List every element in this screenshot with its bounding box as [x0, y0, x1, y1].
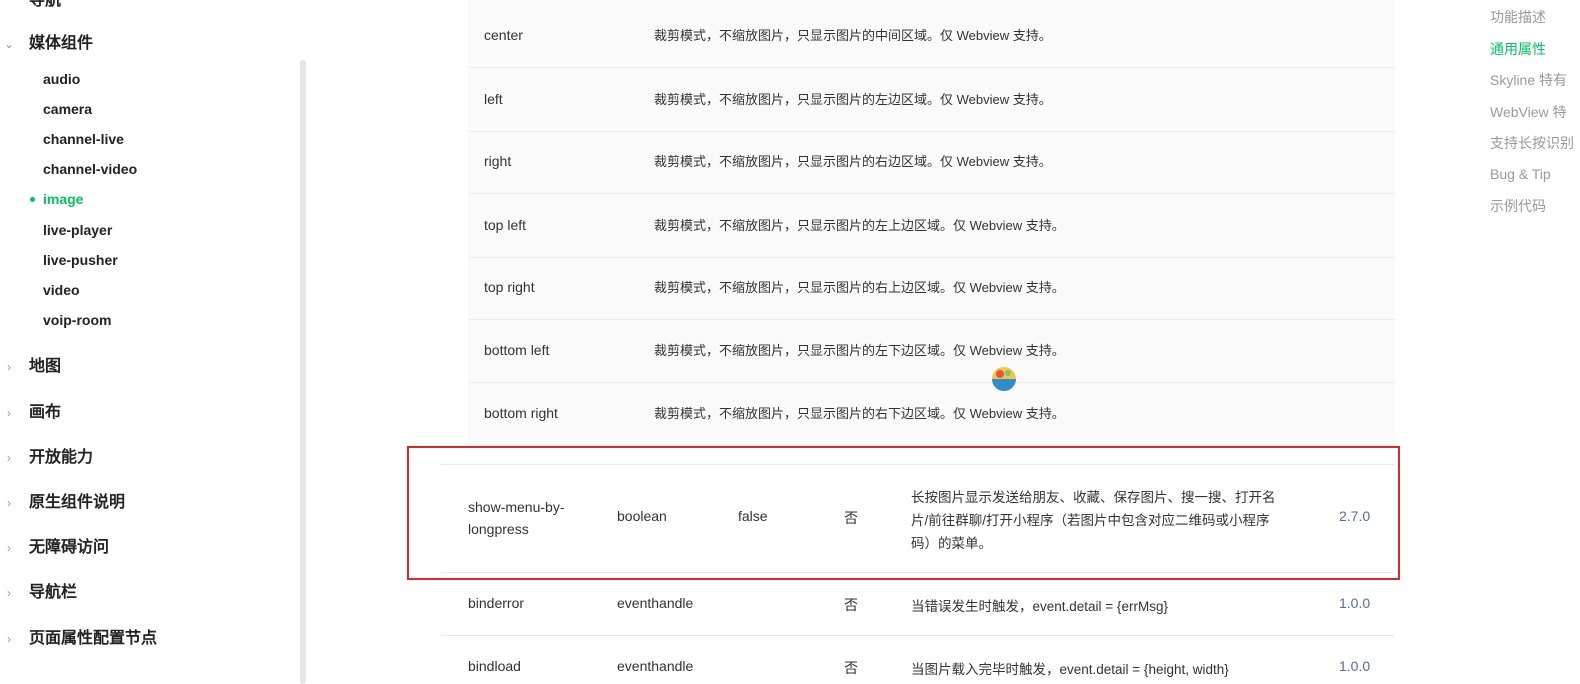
- sidebar-group-open-ability[interactable]: › 开放能力: [0, 443, 290, 473]
- sidebar-group-accessibility[interactable]: › 无障碍访问: [0, 533, 290, 563]
- chevron-right-icon: ›: [7, 586, 11, 600]
- sidebar-item-channel-live[interactable]: channel-live: [43, 127, 124, 151]
- toc-item-sample-code[interactable]: 示例代码: [1490, 196, 1546, 216]
- sidebar-group-label: 画布: [29, 404, 62, 421]
- mode-value: top left: [484, 217, 527, 233]
- sidebar-group-canvas[interactable]: › 画布: [0, 398, 290, 428]
- mode-value: top right: [484, 279, 535, 295]
- mode-description: 裁剪模式，不缩放图片，只显示图片的左边区域。仅 Webview 支持。: [654, 92, 1052, 107]
- toc-item-webview[interactable]: WebView 特: [1490, 102, 1567, 122]
- attr-required: 否: [844, 660, 858, 676]
- chevron-right-icon: ›: [7, 451, 11, 465]
- table-row: bottom right 裁剪模式，不缩放图片，只显示图片的右下边区域。仅 We…: [468, 382, 1395, 445]
- main-content: center 裁剪模式，不缩放图片，只显示图片的中间区域。仅 Webview 支…: [306, 0, 1456, 684]
- sidebar-group-label: 页面属性配置节点: [29, 630, 158, 647]
- sidebar-group-native-components[interactable]: › 原生组件说明: [0, 488, 290, 518]
- table-row: center 裁剪模式，不缩放图片，只显示图片的中间区域。仅 Webview 支…: [468, 4, 1395, 68]
- sidebar-item-video[interactable]: video: [43, 278, 80, 302]
- attr-description: 当图片载入完毕时触发，event.detail = {height, width…: [911, 662, 1229, 677]
- sidebar-nav: 导航 ⌄ 媒体组件 audio camera channel-live chan…: [0, 0, 300, 684]
- mode-value: bottom left: [484, 342, 550, 358]
- chevron-right-icon: ›: [7, 496, 11, 510]
- toc-item-feature-desc[interactable]: 功能描述: [1490, 7, 1546, 27]
- table-row: left 裁剪模式，不缩放图片，只显示图片的左边区域。仅 Webview 支持。: [468, 68, 1395, 132]
- table-row: right 裁剪模式，不缩放图片，只显示图片的右边区域。仅 Webview 支持…: [468, 130, 1395, 194]
- mode-value: left: [484, 91, 503, 107]
- table-row-bindload: bindload eventhandle 否 当图片载入完毕时触发，event.…: [442, 636, 1395, 684]
- mode-value: center: [484, 27, 523, 43]
- toc-item-longpress[interactable]: 支持长按识别: [1490, 133, 1574, 153]
- sidebar-group-label: 媒体组件: [29, 35, 94, 52]
- floating-bowl-icon[interactable]: [989, 363, 1019, 393]
- attr-version: 1.0.0: [1339, 595, 1371, 611]
- sidebar-group-label: 无障碍访问: [29, 539, 110, 556]
- chevron-down-icon: ⌄: [3, 37, 15, 51]
- table-row: top right 裁剪模式，不缩放图片，只显示图片的右上边区域。仅 Webvi…: [468, 256, 1395, 320]
- sidebar-item-image[interactable]: image: [43, 187, 83, 211]
- chevron-right-icon: ›: [7, 541, 11, 555]
- attr-description: 当错误发生时触发，event.detail = {errMsg}: [911, 599, 1168, 614]
- mode-value: right: [484, 153, 512, 169]
- mode-value: bottom right: [484, 405, 558, 421]
- mode-description: 裁剪模式，不缩放图片，只显示图片的左上边区域。仅 Webview 支持。: [654, 218, 1065, 233]
- highlight-annotation-box: [407, 446, 1400, 580]
- mode-description: 裁剪模式，不缩放图片，只显示图片的中间区域。仅 Webview 支持。: [654, 28, 1052, 43]
- sidebar-item-live-player[interactable]: live-player: [43, 218, 112, 242]
- active-indicator-dot: [30, 197, 35, 202]
- table-row-binderror: binderror eventhandle 否 当错误发生时触发，event.d…: [442, 573, 1395, 635]
- sidebar-group-label: 导航: [29, 0, 62, 9]
- sidebar-group-nav-partial[interactable]: 导航: [0, 0, 290, 16]
- sidebar-item-voip-room[interactable]: voip-room: [43, 308, 111, 332]
- attr-name: bindload: [468, 658, 521, 674]
- chevron-right-icon: ›: [7, 632, 11, 646]
- sidebar-item-audio[interactable]: audio: [43, 67, 80, 91]
- mode-description: 裁剪模式，不缩放图片，只显示图片的右上边区域。仅 Webview 支持。: [654, 280, 1065, 295]
- toc-item-common-attrs[interactable]: 通用属性: [1490, 39, 1546, 59]
- table-of-contents: 功能描述 通用属性 Skyline 特有 WebView 特 支持长按识别 Bu…: [1490, 0, 1580, 684]
- attr-name: binderror: [468, 595, 525, 611]
- sidebar-item-camera[interactable]: camera: [43, 97, 92, 121]
- sidebar-group-page-meta[interactable]: › 页面属性配置节点: [0, 624, 290, 654]
- chevron-right-icon: ›: [7, 360, 11, 374]
- sidebar-group-label: 原生组件说明: [29, 494, 126, 511]
- sidebar-group-label: 地图: [29, 358, 62, 375]
- chevron-right-icon: ›: [7, 406, 11, 420]
- sidebar-item-live-pusher[interactable]: live-pusher: [43, 248, 118, 272]
- toc-item-skyline[interactable]: Skyline 特有: [1490, 70, 1567, 90]
- attr-required: 否: [844, 597, 858, 613]
- attr-type: eventhandle: [617, 658, 694, 674]
- mode-values-table: center 裁剪模式，不缩放图片，只显示图片的中间区域。仅 Webview 支…: [468, 0, 1395, 446]
- sidebar-item-channel-video[interactable]: channel-video: [43, 157, 137, 181]
- sidebar-group-map[interactable]: › 地图: [0, 352, 290, 382]
- attr-type: eventhandle: [617, 595, 694, 611]
- mode-description: 裁剪模式，不缩放图片，只显示图片的右边区域。仅 Webview 支持。: [654, 154, 1052, 169]
- toc-item-bug-tip[interactable]: Bug & Tip: [1490, 164, 1551, 184]
- sidebar-group-navbar[interactable]: › 导航栏: [0, 578, 290, 608]
- sidebar-group-label: 开放能力: [29, 449, 94, 466]
- sidebar-group-label: 导航栏: [29, 584, 78, 601]
- table-row: top left 裁剪模式，不缩放图片，只显示图片的左上边区域。仅 Webvie…: [468, 194, 1395, 258]
- table-row: bottom left 裁剪模式，不缩放图片，只显示图片的左下边区域。仅 Web…: [468, 319, 1395, 383]
- attr-version: 1.0.0: [1339, 658, 1371, 674]
- sidebar-group-media[interactable]: ⌄ 媒体组件: [0, 29, 290, 59]
